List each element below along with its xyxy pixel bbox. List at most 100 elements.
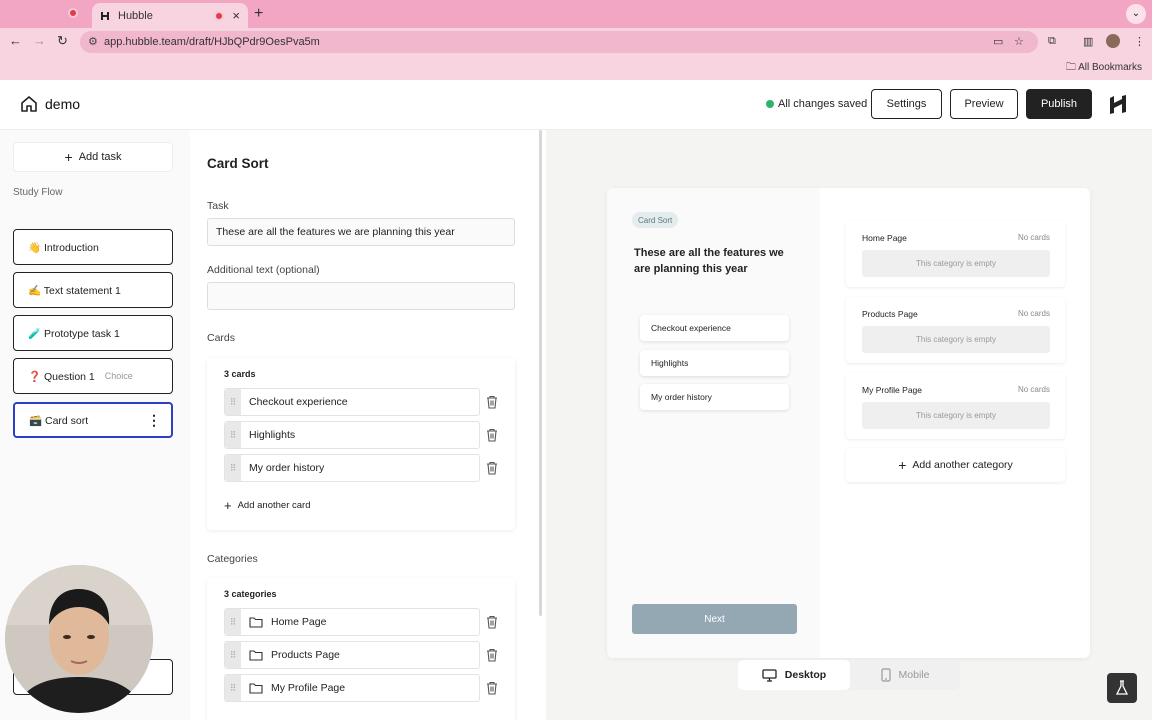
tab-title: Hubble [118,9,153,22]
preview-card-item[interactable]: Checkout experience [640,315,789,341]
drag-handle-icon[interactable]: ⠿ [225,675,241,701]
cards-count: 3 cards [224,369,256,379]
category-row[interactable]: ⠿ Home Page [224,608,480,636]
flow-item-question[interactable]: ❓ Question 1 Choice [13,358,173,394]
trash-icon[interactable] [485,615,499,629]
category-name: Home Page [271,616,327,628]
folder-icon [249,617,263,628]
category-name: My Profile Page [862,385,922,395]
bookmark-star-icon[interactable]: ☆ [1014,35,1024,48]
more-options-icon[interactable]: ⋮ [147,412,161,429]
category-drop-zone[interactable]: This category is empty [862,402,1050,429]
flow-item-label: ✍️ Text statement 1 [28,284,121,297]
flow-item-label: 🧪 Prototype task 1 [28,327,120,340]
trash-icon[interactable] [485,681,499,695]
drag-handle-icon[interactable]: ⠿ [225,422,241,448]
add-category-button[interactable]: + Add another category [846,448,1065,482]
card-row[interactable]: ⠿ My order history [224,454,480,482]
publish-button[interactable]: Publish [1026,89,1092,119]
add-task-button[interactable]: + Add task [13,142,173,172]
close-tab-icon[interactable]: × [232,8,240,23]
drag-handle-icon[interactable]: ⠿ [225,455,241,481]
tab-search-chevron-icon[interactable]: ⌄ [1126,4,1146,24]
category-status: No cards [1017,233,1050,242]
sidepanel-icon[interactable]: ▥ [1083,35,1093,48]
card-row[interactable]: ⠿ Highlights [224,421,480,449]
reload-icon[interactable]: ↻ [57,33,68,49]
recording-tab[interactable] [60,4,90,24]
camera-icon[interactable]: ▭ [993,35,1003,48]
menu-dots-icon[interactable]: ⋮ [1134,35,1145,48]
plus-icon: + [224,498,232,513]
flow-item-introduction[interactable]: 👋 Introduction [13,229,173,265]
folder-icon [249,650,263,661]
profile-avatar[interactable] [1106,34,1120,48]
card-sort-editor: Card Sort Task These are all the feature… [190,130,540,720]
trash-icon[interactable] [485,648,499,662]
project-name: demo [45,96,81,112]
browser-tab-hubble[interactable]: Hubble × [92,3,248,28]
category-drop-zone[interactable]: This category is empty [862,250,1050,277]
all-bookmarks-label: All Bookmarks [1078,62,1142,73]
hubble-logo-icon [1110,95,1126,114]
status-dot-icon [766,100,774,108]
back-arrow-icon[interactable]: ← [9,33,22,48]
preview-category[interactable]: Products Page No cards This category is … [846,297,1065,363]
forward-arrow-icon[interactable]: → [33,33,46,48]
cards-label: Cards [207,332,236,344]
mobile-toggle[interactable]: Mobile [850,660,960,690]
preview-task-text: These are all the features we are planni… [634,247,784,275]
editor-scrollbar[interactable] [539,130,542,616]
study-flow-label: Study Flow [13,187,63,198]
preview-button[interactable]: Preview [950,89,1018,119]
drag-handle-icon[interactable]: ⠿ [225,389,241,415]
flow-item-type: Choice [104,371,133,381]
category-status: No cards [1017,385,1050,394]
new-tab-icon[interactable]: + [254,5,263,23]
add-card-button[interactable]: + Add another card [224,498,310,513]
save-status: All changes saved [766,98,867,110]
desktop-toggle[interactable]: Desktop [738,660,850,690]
categories-label: Categories [207,553,258,565]
category-drop-zone[interactable]: This category is empty [862,326,1050,353]
flow-item-text-statement[interactable]: ✍️ Text statement 1 [13,272,173,308]
trash-icon[interactable] [485,461,499,475]
card-name: My order history [249,462,325,474]
address-bar[interactable]: ⚙ app.hubble.team/draft/HJbQPdr9OesPva5m [80,31,1038,53]
save-status-label: All changes saved [778,98,868,110]
site-info-icon[interactable]: ⚙ [88,35,98,48]
mobile-icon [880,668,891,682]
additional-text-input[interactable] [207,282,515,310]
url-text: app.hubble.team/draft/HJbQPdr9OesPva5m [104,36,320,48]
all-bookmarks-button[interactable]: 🗀 All Bookmarks [1066,60,1142,77]
flow-item-prototype-task[interactable]: 🧪 Prototype task 1 [13,315,173,351]
trash-icon[interactable] [485,395,499,409]
home-icon[interactable] [20,95,38,113]
webcam-video [5,565,153,713]
card-name: Checkout experience [249,396,348,408]
plus-icon: + [898,457,907,473]
desktop-label: Desktop [784,669,827,681]
flow-item-label: ❓ Question 1 [28,370,95,383]
trash-icon[interactable] [485,428,499,442]
app-header: demo All changes saved Settings Preview … [0,80,1152,130]
preview-category[interactable]: My Profile Page No cards This category i… [846,373,1065,439]
cards-group: 3 cards ⠿ Checkout experience ⠿ Highligh… [207,358,515,530]
settings-button[interactable]: Settings [871,89,942,119]
lab-flask-button[interactable] [1107,673,1137,703]
drag-handle-icon[interactable]: ⠿ [225,642,241,668]
preview-category[interactable]: Home Page No cards This category is empt… [846,221,1065,287]
record-icon [68,8,78,18]
additional-text-label: Additional text (optional) [207,264,320,276]
record-icon [214,10,225,21]
drag-handle-icon[interactable]: ⠿ [225,609,241,635]
preview-next-button[interactable]: Next [632,604,797,634]
category-row[interactable]: ⠿ My Profile Page [224,674,480,702]
flow-item-card-sort[interactable]: 🗃️ Card sort ⋮ [13,402,173,438]
category-row[interactable]: ⠿ Products Page [224,641,480,669]
preview-card-item[interactable]: My order history [640,384,789,410]
task-input[interactable]: These are all the features we are planni… [207,218,515,246]
preview-card-item[interactable]: Highlights [640,350,789,376]
card-row[interactable]: ⠿ Checkout experience [224,388,480,416]
extensions-icon[interactable]: ⧉ [1048,35,1056,48]
